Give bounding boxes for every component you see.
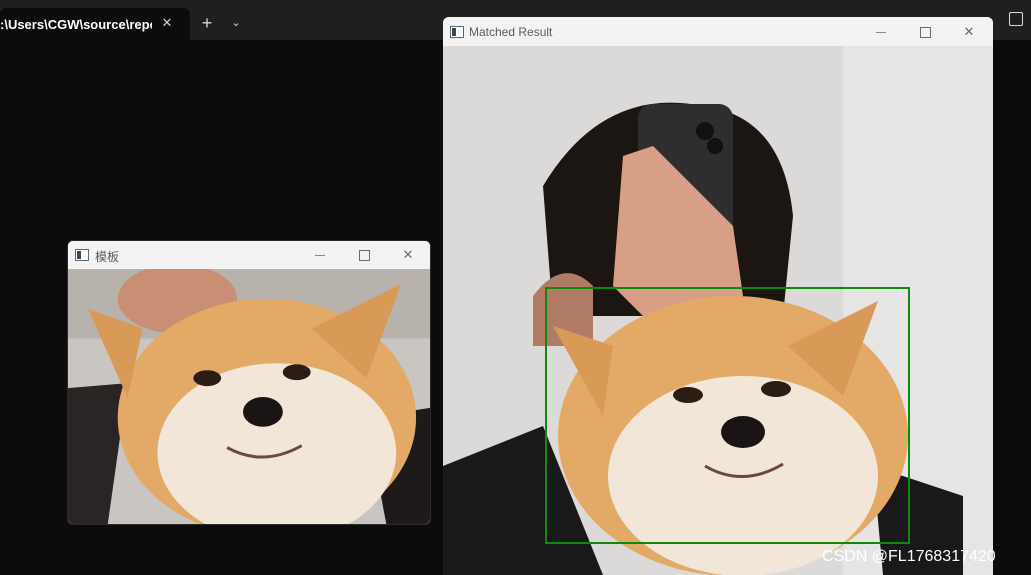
- app-window-icon: [450, 26, 464, 38]
- template-window-titlebar[interactable]: 模板 ✕: [68, 241, 430, 269]
- app-window-icon: [75, 249, 89, 261]
- terminal-tab[interactable]: :\Users\CGW\source\repos\ ✕: [0, 8, 190, 40]
- close-icon[interactable]: ✕: [960, 23, 978, 41]
- matched-result-window[interactable]: Matched Result ✕: [443, 17, 993, 575]
- matched-result-window-title: Matched Result: [469, 25, 553, 39]
- terminal-maximize-icon[interactable]: [1009, 12, 1023, 26]
- match-bounding-box: [545, 287, 910, 544]
- csdn-watermark: CSDN @FL1768317420: [822, 548, 996, 565]
- template-image: [68, 269, 430, 524]
- minimize-icon[interactable]: [311, 246, 329, 264]
- maximize-icon[interactable]: [916, 23, 934, 41]
- tab-close-icon[interactable]: ✕: [158, 14, 176, 32]
- template-window[interactable]: 模板 ✕: [67, 240, 431, 525]
- chevron-down-icon[interactable]: ⌄: [228, 15, 244, 31]
- new-tab-icon[interactable]: +: [197, 13, 217, 33]
- matched-result-window-titlebar[interactable]: Matched Result ✕: [443, 17, 993, 46]
- template-window-title: 模板: [95, 250, 120, 264]
- minimize-icon[interactable]: [872, 23, 890, 41]
- maximize-icon[interactable]: [355, 246, 373, 264]
- close-icon[interactable]: ✕: [399, 246, 417, 264]
- terminal-tab-title: :\Users\CGW\source\repos\: [0, 17, 152, 32]
